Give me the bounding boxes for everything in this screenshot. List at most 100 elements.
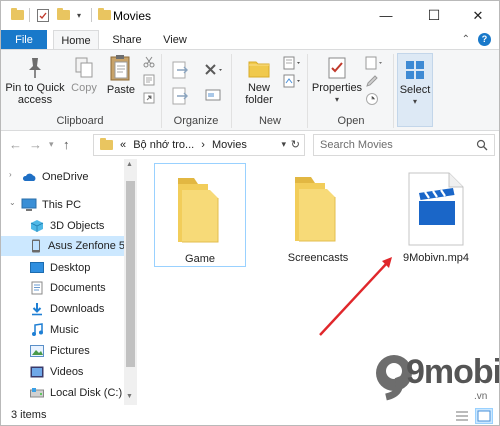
properties-button[interactable]: Properties ▾ [311,54,363,106]
edit-icon[interactable] [365,74,379,91]
file-list: Game Screencasts 9Mobivn.mp4 9mobi .vn [138,159,499,405]
ribbon: Pin to Quick access Copy Paste Clipboard… [1,49,499,131]
select-label: Select [399,84,431,96]
expand-onedrive-icon[interactable]: › [9,170,12,179]
nav-label: Pictures [50,345,90,357]
nav-scroll-thumb[interactable] [126,181,135,367]
rename-icon[interactable] [205,86,221,107]
properties-dropdown-icon: ▾ [334,95,339,104]
tab-home[interactable]: Home [53,30,99,50]
new-folder-quick-icon[interactable] [55,7,71,23]
status-bar: 3 items [1,405,499,425]
pin-icon [29,58,41,78]
tab-view[interactable]: View [153,30,197,50]
close-button[interactable]: ✕ [455,1,499,30]
ribbon-tabs: File Home Share View ⌃ ? [1,30,499,50]
watermark-tld: .vn [474,391,488,402]
new-folder-icon [248,61,270,78]
nav-item-this-pc[interactable]: This PC [1,195,125,215]
forward-arrow-icon[interactable]: → [29,137,42,152]
copy-path-icon[interactable] [143,74,155,89]
address-row: ← → ▾ ↑ « Bộ nhớ tro... › Movies ▾ ↻ Sea… [1,131,499,159]
large-icons-view-icon[interactable] [475,408,493,424]
nav-item-music[interactable]: Music [1,320,125,340]
back-arrow-icon[interactable]: ← [9,137,22,152]
tab-file[interactable]: File [1,30,47,50]
nav-label: Local Disk (C:) [50,387,123,399]
nav-item-desktop[interactable]: Desktop [1,258,125,278]
history-icon[interactable] [365,92,379,109]
up-arrow-icon[interactable]: ↑ [63,137,70,152]
tab-share[interactable]: Share [105,30,149,50]
nav-item-onedrive[interactable]: OneDrive [1,167,125,187]
paste-shortcut-icon[interactable] [143,92,155,107]
scroll-up-icon[interactable]: ▲ [126,161,133,168]
search-box[interactable]: Search Movies [313,134,495,156]
copy-button[interactable]: Copy [67,54,101,94]
group-label-clipboard: Clipboard [56,115,104,127]
nav-item-documents[interactable]: Documents [1,278,125,298]
nav-label: Downloads [50,303,105,315]
file-name: 9Mobivn.mp4 [402,252,470,264]
group-label-organize: Organize [173,115,219,127]
new-folder-label: New folder [245,82,273,106]
breadcrumb-separator[interactable]: › [201,139,205,151]
minimize-button[interactable]: — [363,1,409,30]
nav-label: This PC [42,199,82,211]
move-to-icon[interactable] [171,60,191,85]
pin-button[interactable]: Pin to Quick access [5,54,65,106]
address-folder-icon [100,138,113,150]
explorer-window: ▾ Movies — ☐ ✕ File Home Share View ⌃ ? … [0,0,500,426]
recent-locations-icon[interactable]: ▾ [49,139,54,150]
easy-access-icon[interactable] [283,74,303,91]
breadcrumb-item-movies[interactable]: Movies [212,139,247,151]
nav-item-asus-zenfone[interactable]: Asus Zenfone 5 [1,236,125,256]
details-view-icon[interactable] [455,410,469,425]
breadcrumb-overflow[interactable]: « [120,139,126,151]
nav-item-local-disk[interactable]: Local Disk (C:) [1,383,125,403]
title-bar: ▾ Movies — ☐ ✕ [1,1,499,30]
cut-icon[interactable] [143,56,155,71]
open-icon[interactable] [365,56,385,73]
delete-icon[interactable] [203,62,225,81]
pc-icon [21,198,37,212]
maximize-button[interactable]: ☐ [411,1,457,30]
new-item-icon[interactable] [283,56,303,73]
customize-toolbar-icon[interactable]: ▾ [73,7,85,23]
collapse-ribbon-icon[interactable]: ⌃ [462,34,470,45]
search-icon[interactable] [476,139,488,154]
properties-quick-icon[interactable] [35,7,51,23]
video-file-icon [408,172,464,246]
folder-icon [295,177,336,242]
download-icon [29,302,45,316]
file-item-video[interactable]: 9Mobivn.mp4 [390,163,482,267]
copy-to-icon[interactable] [171,86,191,111]
nav-item-videos[interactable]: Videos [1,362,125,382]
phone-icon [29,239,43,253]
refresh-icon[interactable]: ↻ [291,138,300,151]
nav-item-downloads[interactable]: Downloads [1,299,125,319]
navigation-pane: OneDrive This PC 3D Objects Asus Zenfone… [1,159,137,405]
folder-icon [9,7,25,23]
breadcrumb-item-storage[interactable]: Bộ nhớ tro... [133,139,194,151]
nav-item-pictures[interactable]: Pictures [1,341,125,361]
new-folder-button[interactable]: New folder [239,54,279,106]
file-item-game[interactable]: Game [154,163,246,267]
nav-item-3d-objects[interactable]: 3D Objects [1,216,125,236]
address-bar[interactable]: « Bộ nhớ tro... › Movies ▾ ↻ [93,134,305,156]
collapse-this-pc-icon[interactable]: ⌄ [9,198,16,207]
nav-scrollbar[interactable]: ▲ ▼ [124,159,137,405]
select-button[interactable]: Select ▾ [397,53,433,127]
paste-button[interactable]: Paste [103,54,139,96]
properties-label: Properties [311,82,363,94]
address-dropdown-icon[interactable]: ▾ [281,139,286,150]
select-all-icon [406,61,424,79]
documents-icon [29,281,45,295]
minimize-icon: — [379,8,393,23]
file-name: Game [185,253,215,265]
file-item-screencasts[interactable]: Screencasts [272,163,364,267]
scroll-down-icon[interactable]: ▼ [126,393,133,400]
nav-label: 3D Objects [50,220,105,232]
help-icon[interactable]: ? [478,33,491,46]
folder-icon [178,178,219,243]
